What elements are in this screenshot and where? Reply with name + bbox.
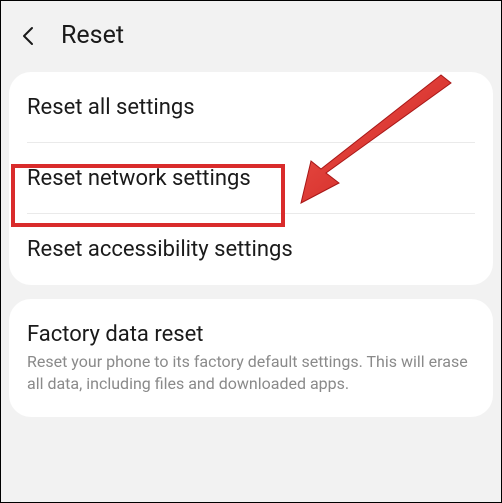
item-subtitle: Reset your phone to its factory default … — [27, 351, 475, 394]
item-title: Reset all settings — [27, 95, 475, 120]
item-title: Factory data reset — [27, 322, 475, 347]
page-title: Reset — [61, 21, 124, 50]
back-icon[interactable] — [15, 22, 43, 50]
factory-data-reset-item[interactable]: Factory data reset Reset your phone to i… — [9, 299, 493, 417]
reset-accessibility-settings-item[interactable]: Reset accessibility settings — [9, 214, 493, 285]
factory-reset-card: Factory data reset Reset your phone to i… — [9, 299, 493, 417]
item-title: Reset network settings — [27, 166, 475, 191]
reset-options-card: Reset all settings Reset network setting… — [9, 72, 493, 285]
reset-all-settings-item[interactable]: Reset all settings — [9, 72, 493, 143]
page-header: Reset — [1, 1, 501, 72]
reset-network-settings-item[interactable]: Reset network settings — [9, 143, 493, 214]
item-title: Reset accessibility settings — [27, 237, 475, 262]
